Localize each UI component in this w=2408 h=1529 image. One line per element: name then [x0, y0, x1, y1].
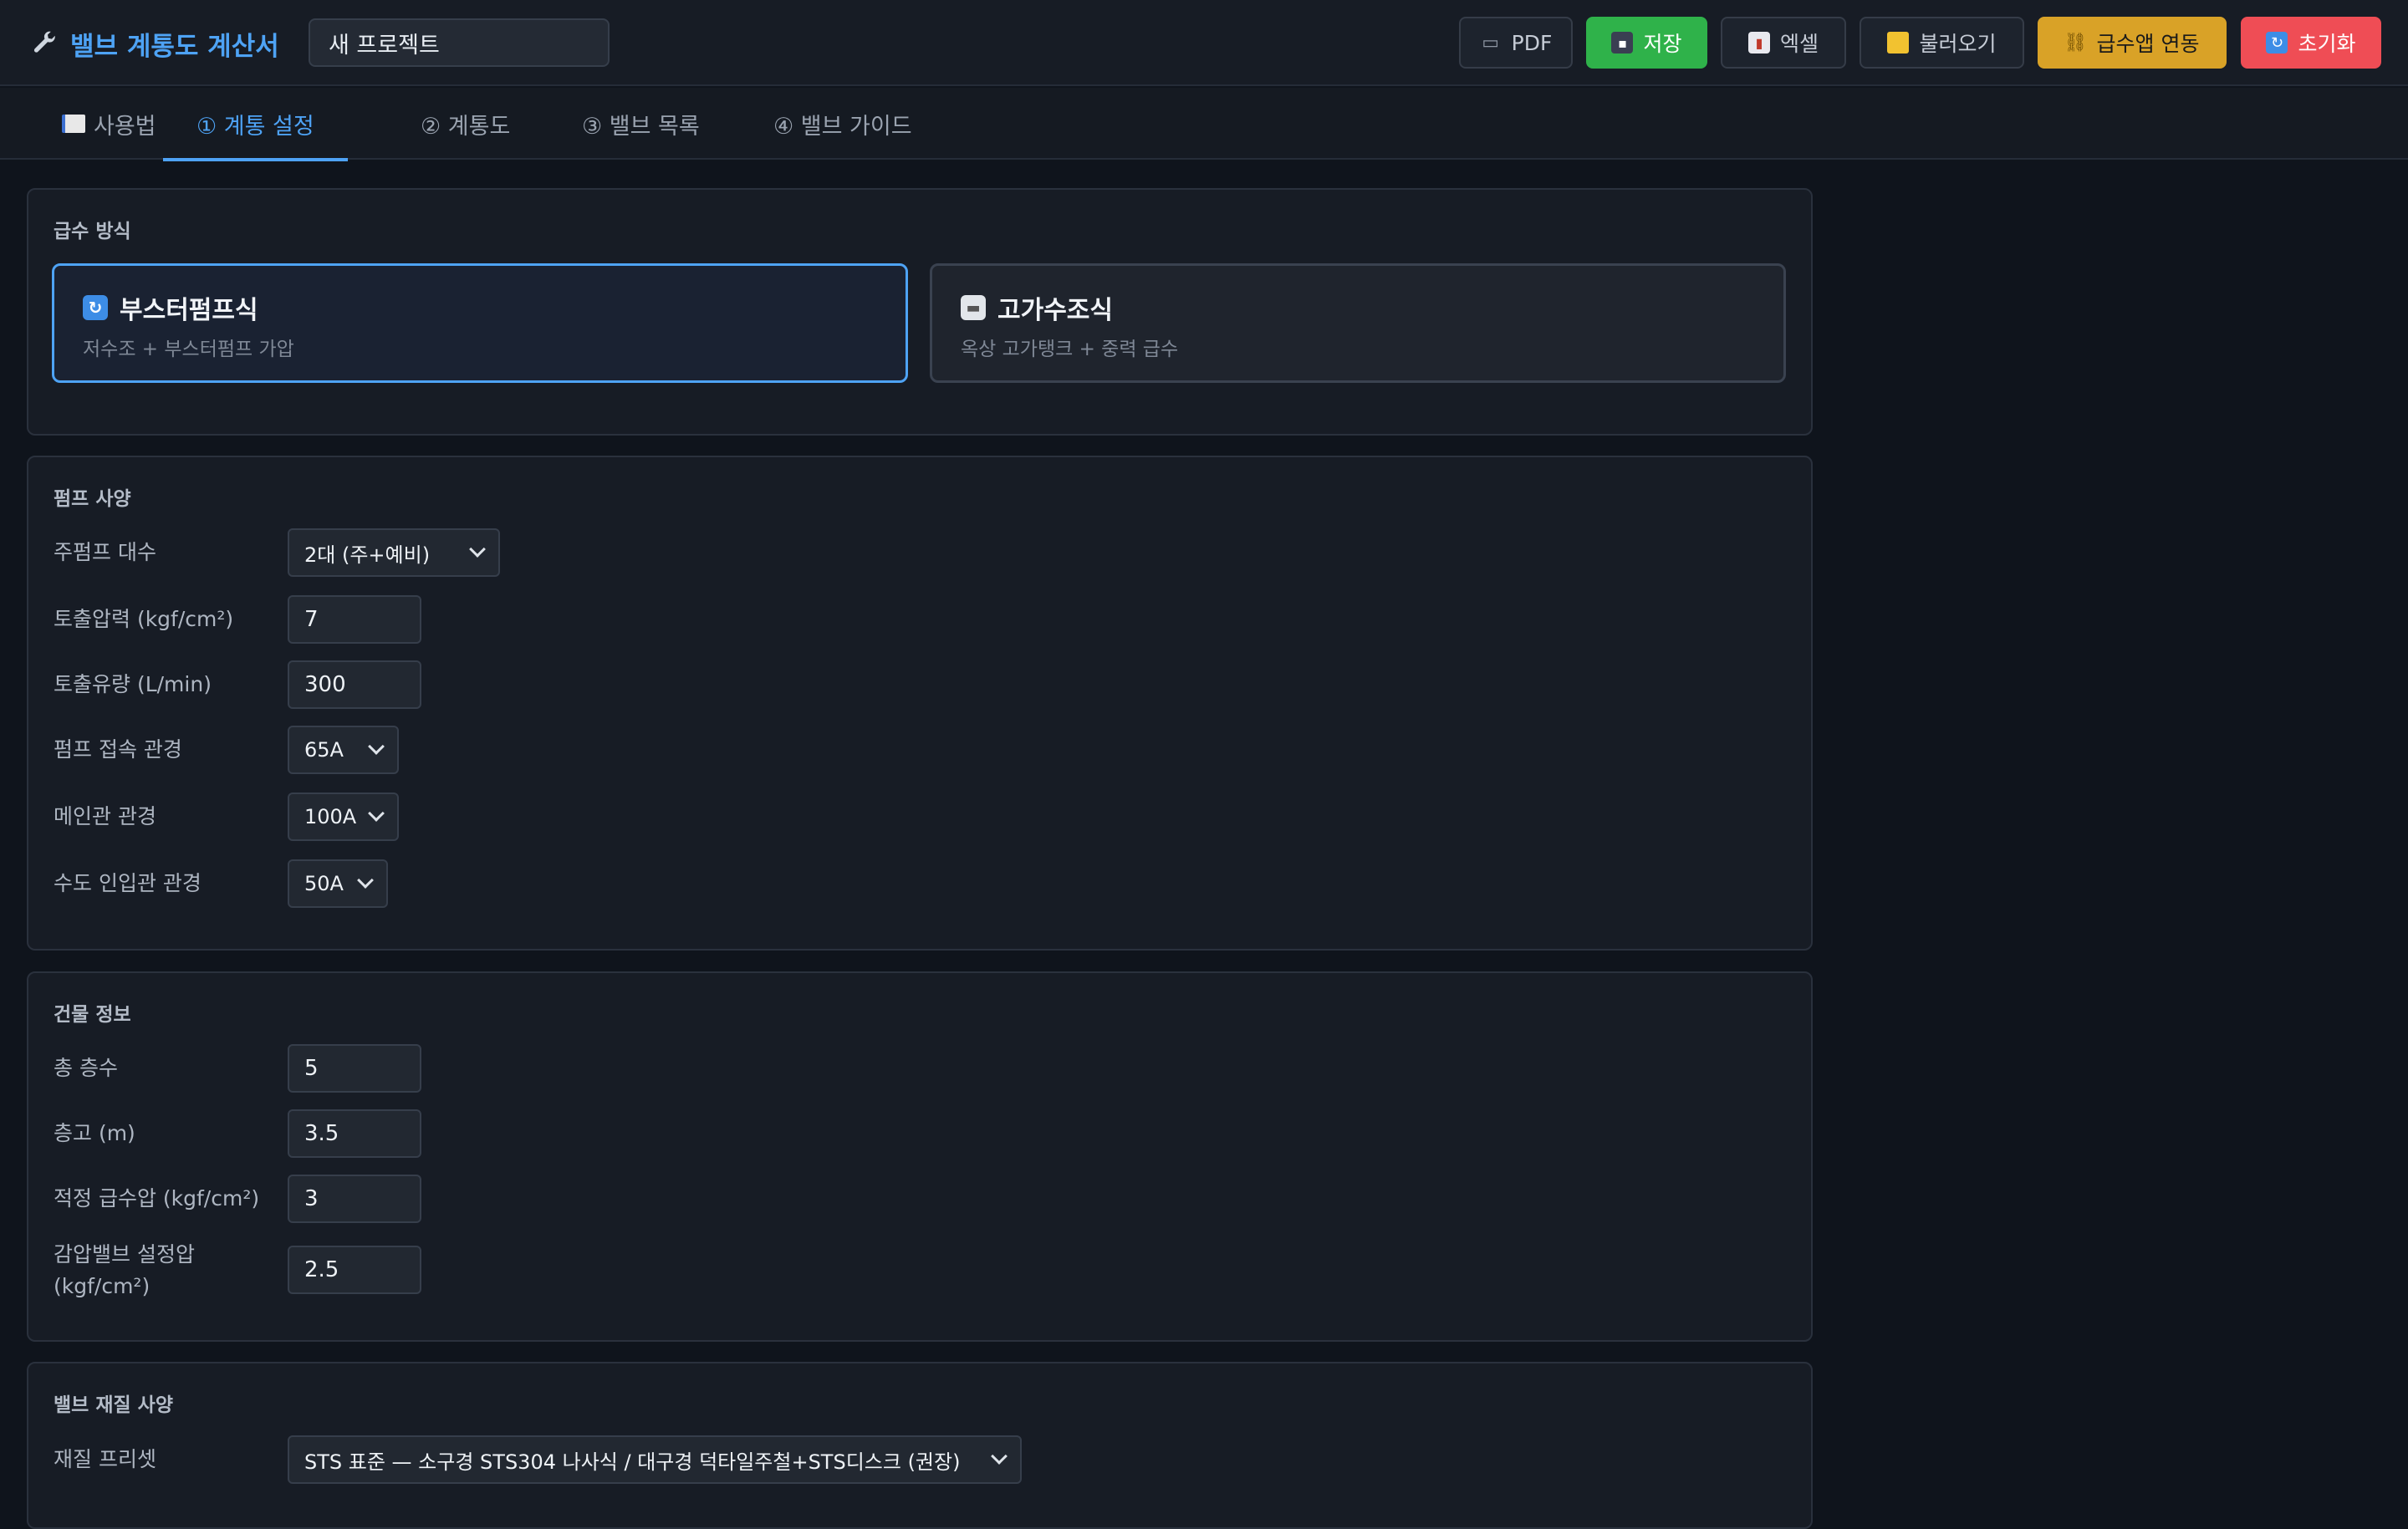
chevron-down-icon	[368, 805, 385, 822]
mode-title-text: 고가수조식	[997, 296, 1113, 325]
wrench-icon	[33, 31, 55, 53]
inlet-pipe-label: 수도 인입관 관경	[54, 871, 202, 895]
mode-card-elevated-tank[interactable]: ▬ 고가수조식 옥상 고가탱크 + 중력 급수	[930, 263, 1786, 383]
refresh-icon: ↻	[83, 295, 108, 320]
mode-desc-elevated: 옥상 고가탱크 + 중력 급수	[961, 339, 1179, 360]
mode-card-booster[interactable]: ↻ 부스터펌프식 저수조 + 부스터펌프 가압	[52, 263, 908, 383]
main-pipe-label: 메인관 관경	[54, 804, 156, 828]
app-brand: 밸브 계통도 계산서	[30, 23, 279, 64]
tab-system-settings-label: ① 계통 설정	[196, 113, 314, 140]
chevron-down-icon	[357, 872, 374, 889]
panel-title: 펌프 사양	[54, 488, 131, 510]
folder-icon	[1887, 32, 1910, 54]
prv-input[interactable]	[288, 1246, 421, 1294]
prv-label-line2: (kgf/cm²)	[54, 1274, 150, 1298]
floors-label: 총 층수	[54, 1056, 118, 1080]
pressure-input[interactable]	[288, 595, 421, 644]
app-title: 밸브 계통도 계산서	[70, 31, 279, 62]
excel-button-label: 엑셀	[1779, 32, 1819, 56]
pressure-label: 토출압력 (kgf/cm²)	[54, 607, 234, 631]
chevron-down-icon	[991, 1448, 1008, 1465]
tab-usage-label: 사용법	[94, 113, 156, 140]
tab-system-settings[interactable]: ① 계통 설정	[163, 88, 348, 161]
mode-title-booster: ↻ 부스터펌프식	[83, 289, 258, 326]
tab-bar: 사용법 ① 계통 설정 ② 계통도 ③ 밸브 목록 ④ 밸브 가이드	[0, 88, 2408, 161]
panel-title: 급수 방식	[54, 221, 131, 242]
inlet-pipe-select[interactable]: 50A	[288, 859, 388, 908]
link-app-button-label: 급수앱 연동	[2096, 32, 2200, 56]
material-preset-label: 재질 프리셋	[54, 1447, 156, 1471]
pump-connect-select[interactable]: 65A	[288, 726, 399, 774]
book-icon	[62, 115, 85, 133]
refresh-icon: ↻	[2266, 32, 2288, 54]
mode-title-text: 부스터펌프식	[120, 296, 258, 325]
flow-input[interactable]	[288, 660, 421, 709]
tab-diagram-label: ② 계통도	[421, 113, 511, 140]
main-pipe-value: 100A	[304, 805, 357, 828]
panel-title: 밸브 재질 사양	[54, 1394, 173, 1416]
link-icon: ⛓	[2064, 32, 2088, 54]
supply-mode-panel: 급수 방식 ↻ 부스터펌프식 저수조 + 부스터펌프 가압 ▬ 고가수조식 옥상…	[27, 188, 1813, 436]
load-button-label: 불러오기	[1919, 32, 1997, 56]
pdf-button-label: PDF	[1511, 30, 1553, 55]
mode-title-elevated: ▬ 고가수조식	[961, 289, 1113, 326]
project-name-input[interactable]	[309, 18, 610, 67]
tab-valve-guide[interactable]: ④ 밸브 가이드	[773, 88, 912, 160]
floor-height-input[interactable]	[288, 1109, 421, 1158]
link-app-button[interactable]: ⛓ 급수앱 연동	[2038, 17, 2227, 69]
main-pipe-select[interactable]: 100A	[288, 793, 399, 841]
material-preset-select[interactable]: STS 표준 — 소구경 STS304 나사식 / 대구경 덕타일주철+STS디…	[288, 1435, 1022, 1484]
valve-material-panel: 밸브 재질 사양 재질 프리셋 STS 표준 — 소구경 STS304 나사식 …	[27, 1362, 1813, 1529]
save-button[interactable]: ▪ 저장	[1586, 17, 1707, 69]
mode-desc-booster: 저수조 + 부스터펌프 가압	[83, 339, 294, 360]
printer-icon: ▭	[1482, 32, 1500, 54]
pump-count-label: 주펌프 대수	[54, 540, 156, 564]
floors-input[interactable]	[288, 1044, 421, 1093]
reset-button[interactable]: ↻ 초기화	[2241, 17, 2381, 69]
flow-label: 토출유량 (L/min)	[54, 672, 212, 696]
load-button[interactable]: 불러오기	[1860, 17, 2024, 69]
excel-button[interactable]: ▮ 엑셀	[1721, 17, 1846, 69]
chevron-down-icon	[469, 541, 486, 558]
prv-label-line1: 감압밸브 설정압	[54, 1242, 195, 1267]
chart-icon: ▮	[1747, 32, 1770, 54]
tab-diagram[interactable]: ② 계통도	[421, 88, 510, 160]
pdf-button[interactable]: ▭ PDF	[1459, 17, 1573, 69]
save-button-label: 저장	[1643, 32, 1682, 56]
pump-connect-label: 펌프 접속 관경	[54, 737, 182, 762]
chevron-down-icon	[368, 738, 385, 755]
tab-valve-guide-label: ④ 밸브 가이드	[773, 113, 912, 140]
building-info-panel: 건물 정보 총 층수 층고 (m) 적정 급수압 (kgf/cm²) 감압밸브 …	[27, 971, 1813, 1342]
floor-height-label: 층고 (m)	[54, 1121, 135, 1145]
material-preset-value: STS 표준 — 소구경 STS304 나사식 / 대구경 덕타일주철+STS디…	[304, 1450, 961, 1474]
tab-usage[interactable]: 사용법	[62, 88, 156, 160]
supply-pressure-label: 적정 급수압 (kgf/cm²)	[54, 1186, 260, 1210]
tab-valve-list[interactable]: ③ 밸브 목록	[582, 88, 700, 160]
pump-connect-value: 65A	[304, 738, 344, 762]
panel-title: 건물 정보	[54, 1004, 131, 1026]
pump-count-select[interactable]: 2대 (주+예비)	[288, 528, 500, 577]
pump-spec-panel: 펌프 사양 주펌프 대수 2대 (주+예비) 토출압력 (kgf/cm²) 토출…	[27, 456, 1813, 951]
reset-button-label: 초기화	[2298, 32, 2356, 56]
prv-label: 감압밸브 설정압 (kgf/cm²)	[54, 1239, 195, 1302]
tank-icon: ▬	[961, 295, 986, 320]
tab-valve-list-label: ③ 밸브 목록	[582, 113, 700, 140]
floppy-icon: ▪	[1611, 32, 1634, 54]
app-header: 밸브 계통도 계산서 ▭ PDF ▪ 저장 ▮ 엑셀 불러오기 ⛓ 급수앱 연동…	[0, 0, 2408, 86]
inlet-pipe-value: 50A	[304, 872, 344, 895]
supply-pressure-input[interactable]	[288, 1175, 421, 1223]
pump-count-value: 2대 (주+예비)	[304, 543, 431, 567]
